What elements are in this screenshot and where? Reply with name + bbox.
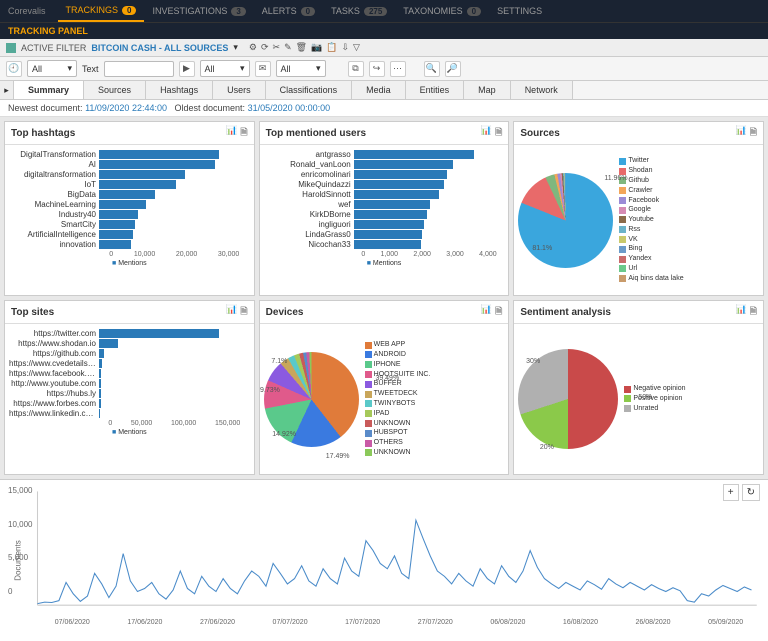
tab-scroll-left[interactable]: ▸ — [0, 81, 14, 99]
tab-media[interactable]: Media — [352, 81, 406, 99]
nav-tasks[interactable]: TASKS275 — [323, 0, 395, 22]
export-icon[interactable]: 🗎 — [240, 125, 247, 141]
scope2-select[interactable]: All▾ — [200, 60, 250, 77]
scope-select[interactable]: All▾ — [27, 60, 77, 77]
filter-label: ACTIVE FILTER — [21, 43, 86, 53]
zoom-out-icon[interactable]: 🔎 — [445, 61, 461, 77]
timeline-xaxis: 07/06/202017/06/202027/06/202007/07/2020… — [36, 619, 762, 626]
card-devices: Devices 📊🗎 WEB APPANDROIDIPHONEHOOTSUITE … — [259, 300, 510, 475]
export-icon[interactable]: 🗎 — [750, 125, 757, 141]
nav-settings[interactable]: SETTINGS — [489, 0, 550, 22]
clock-icon[interactable]: 🕘 — [6, 61, 22, 77]
timeline-add-icon[interactable]: + — [723, 484, 739, 501]
filter-dropdown-icon[interactable]: ▾ — [233, 42, 238, 53]
card-hashtags: Top hashtags 📊🗎 DigitalTransformationAIdi… — [4, 121, 255, 296]
newest-label: Newest document: — [8, 103, 83, 113]
card-title: Top mentioned users — [266, 128, 366, 139]
filter-bar: ACTIVE FILTER BITCOIN CASH - ALL SOURCES… — [0, 39, 768, 57]
chart-devices: WEB APPANDROIDIPHONEHOOTSUITE INC.BUFFER… — [260, 324, 509, 474]
gear-icon[interactable]: ⚙ — [249, 42, 257, 53]
more-icon[interactable]: ⋯ — [390, 61, 406, 77]
panel-header: TRACKING PANEL — [0, 22, 768, 39]
export-icon[interactable]: 🗎 — [495, 125, 502, 141]
copy-icon[interactable]: ⧉ — [348, 61, 364, 77]
info-bar: Newest document: 11/09/2020 22:44:00 Old… — [0, 100, 768, 117]
brand-logo: Corevalis — [8, 6, 46, 16]
clipboard-icon[interactable]: 📋 — [326, 42, 337, 53]
text-label: Text — [82, 64, 99, 74]
filter-icon[interactable]: ▽ — [353, 42, 360, 53]
cut-icon[interactable]: ✂ — [273, 42, 281, 53]
download-icon[interactable]: ⇩ — [341, 42, 349, 53]
tab-entities[interactable]: Entities — [406, 81, 465, 99]
tab-network[interactable]: Network — [511, 81, 573, 99]
tab-hashtags[interactable]: Hashtags — [146, 81, 213, 99]
tab-map[interactable]: Map — [464, 81, 511, 99]
filter-tool-icons: ⚙ ⟳ ✂ ✎ 🗑 📷 📋 ⇩ ▽ — [249, 42, 360, 53]
card-title: Top hashtags — [11, 128, 75, 139]
nav-investigations[interactable]: INVESTIGATIONS3 — [144, 0, 253, 22]
card-title: Devices — [266, 307, 304, 318]
tab-summary[interactable]: Summary — [14, 81, 84, 99]
top-nav: Corevalis TRACKINGS0INVESTIGATIONS3ALERT… — [0, 0, 768, 22]
chart-icon[interactable]: 📊 — [736, 125, 747, 141]
trash-icon[interactable]: 🗑 — [296, 42, 307, 53]
timeline-yaxis: 15,00010,0005,0000 — [8, 486, 32, 596]
card-title: Sources — [520, 128, 559, 139]
nav-alerts[interactable]: ALERTS0 — [254, 0, 323, 22]
chart-icon[interactable]: 📊 — [736, 304, 747, 320]
timeline-chart[interactable] — [6, 486, 762, 616]
card-title: Sentiment analysis — [520, 307, 611, 318]
filter-value[interactable]: BITCOIN CASH - ALL SOURCES — [91, 43, 228, 53]
dashboard-grid: Top hashtags📊🗎 DigitalTransformationAIdi… — [0, 117, 768, 479]
nav-taxonomies[interactable]: TAXONOMIES0 — [395, 0, 489, 22]
chart-icon[interactable]: 📊 — [481, 125, 492, 141]
mail-icon[interactable]: ✉ — [255, 61, 271, 77]
chart-sentiment: Negative opinionPositive opinionUnrated5… — [514, 324, 763, 474]
nav-trackings[interactable]: TRACKINGS0 — [58, 0, 145, 22]
filter-status-icon — [6, 43, 16, 53]
chart-users: antgrassoRonald_vanLoonenricomolinariMik… — [260, 145, 509, 295]
tab-bar: ▸ SummarySourcesHashtagsUsersClassificat… — [0, 81, 768, 100]
export-icon[interactable]: 🗎 — [495, 304, 502, 320]
card-sources: Sources 📊🗎 TwitterShodanGithubCrawlerFace… — [513, 121, 764, 296]
card-sites: Top sites 📊🗎 https://twitter.comhttps://w… — [4, 300, 255, 475]
newest-date: 11/09/2020 22:44:00 — [85, 103, 167, 113]
oldest-label: Oldest document: — [175, 103, 246, 113]
timeline-reset-icon[interactable]: ↻ — [742, 484, 760, 501]
chart-icon[interactable]: 📊 — [226, 304, 237, 320]
card-title: Top sites — [11, 307, 54, 318]
chart-icon[interactable]: 📊 — [226, 125, 237, 141]
chart-sites: https://twitter.comhttps://www.shodan.io… — [5, 324, 254, 474]
share-icon[interactable]: ↪ — [369, 61, 385, 77]
export-icon[interactable]: 🗎 — [240, 304, 247, 320]
card-sentiment: Sentiment analysis 📊🗎 Negative opinionPos… — [513, 300, 764, 475]
query-toolbar: 🕘 All▾ Text ▶ All▾ ✉ All▾ ⧉ ↪ ⋯ 🔍 🔎 — [0, 57, 768, 81]
chart-icon[interactable]: 📊 — [481, 304, 492, 320]
scope3-select[interactable]: All▾ — [276, 60, 326, 77]
card-users: Top mentioned users 📊🗎 antgrassoRonald_va… — [259, 121, 510, 296]
refresh-icon[interactable]: ⟳ — [261, 42, 269, 53]
chart-sources: TwitterShodanGithubCrawlerFacebookGoogle… — [514, 145, 763, 295]
play-icon[interactable]: ▶ — [179, 61, 195, 77]
text-input[interactable] — [104, 61, 174, 77]
edit-icon[interactable]: ✎ — [284, 42, 292, 53]
chart-hashtags: DigitalTransformationAIdigitaltransforma… — [5, 145, 254, 295]
zoom-in-icon[interactable]: 🔍 — [424, 61, 440, 77]
tab-sources[interactable]: Sources — [84, 81, 146, 99]
export-icon[interactable]: 🗎 — [750, 304, 757, 320]
tab-users[interactable]: Users — [213, 81, 266, 99]
camera-icon[interactable]: 📷 — [311, 42, 322, 53]
oldest-date: 31/05/2020 00:00:00 — [248, 103, 331, 113]
tab-classifications[interactable]: Classifications — [266, 81, 353, 99]
timeline-panel: + ↻ Documents 15,00010,0005,0000 07/06/2… — [0, 479, 768, 632]
